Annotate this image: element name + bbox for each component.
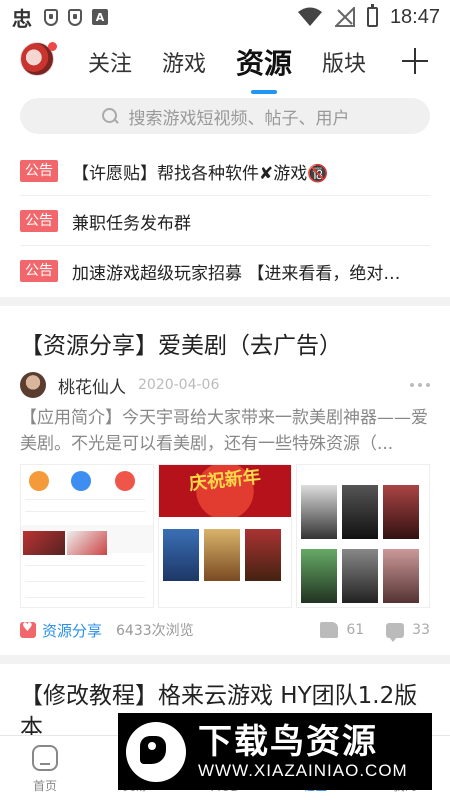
- post-excerpt[interactable]: 【应用简介】今天宇哥给大家带来一款美剧神器——爱美剧。不光是可以看美剧，还有一些…: [20, 405, 430, 457]
- more-icon[interactable]: [410, 383, 430, 387]
- app-notification-icon: 忠: [12, 6, 32, 31]
- like-button[interactable]: 61: [320, 622, 364, 638]
- wifi-icon: [297, 7, 322, 26]
- category-icon: [20, 620, 36, 638]
- watermark-overlay: 下载鸟资源 WWW.XIAZAINIAO.COM: [118, 713, 432, 790]
- tab-games[interactable]: 游戏: [162, 46, 206, 78]
- home-icon: [32, 745, 58, 771]
- post-image-1[interactable]: [20, 464, 154, 608]
- post-image-2[interactable]: 庆祝新年: [158, 464, 292, 608]
- comment-count: 33: [412, 622, 430, 638]
- author-avatar[interactable]: [20, 372, 46, 398]
- add-icon[interactable]: [400, 46, 430, 76]
- like-count: 61: [346, 622, 365, 638]
- shield-icon-2: [68, 8, 82, 26]
- notice-tag: 公告: [20, 260, 58, 282]
- section-separator: [0, 655, 450, 664]
- status-time: 18:47: [389, 5, 440, 28]
- notification-dot: [48, 42, 57, 51]
- watermark-url: WWW.XIAZAINIAO.COM: [198, 760, 408, 780]
- notice-item[interactable]: 公告 兼职任务发布群: [0, 196, 450, 246]
- nav-home[interactable]: 首页: [0, 736, 90, 800]
- comment-icon: [386, 622, 405, 642]
- a-badge-icon: A: [92, 9, 108, 25]
- top-tabs: 关注 游戏 资源 版块: [88, 34, 396, 94]
- top-header: 关注 游戏 资源 版块: [0, 34, 450, 94]
- post-date: 2020-04-06: [138, 377, 220, 393]
- shield-icon: [44, 8, 58, 26]
- battery-icon: [366, 4, 378, 27]
- notice-item[interactable]: 公告 加速游戏超级玩家招募 【进来看看，绝对…: [0, 246, 450, 296]
- section-separator: [0, 297, 450, 306]
- author-name[interactable]: 桃花仙人: [58, 373, 126, 398]
- notice-text: 兼职任务发布群: [72, 213, 191, 234]
- nav-label: 首页: [32, 779, 57, 793]
- search-icon: [101, 107, 119, 125]
- view-count: 6433次浏览: [116, 623, 194, 639]
- notice-tag: 公告: [20, 210, 58, 232]
- post-images: 庆祝新年: [20, 464, 430, 608]
- tab-boards[interactable]: 版块: [322, 46, 366, 78]
- tab-follow[interactable]: 关注: [88, 46, 132, 78]
- search-placeholder: 搜索游戏短视频、帖子、用户: [128, 108, 350, 129]
- watermark-title: 下载鸟资源: [198, 721, 378, 762]
- notice-item[interactable]: 公告 【许愿贴】帮找各种软件✘游戏🔞: [0, 146, 450, 196]
- notice-text: 【许愿贴】帮找各种软件✘游戏🔞: [72, 163, 329, 184]
- tab-resources[interactable]: 资源: [236, 42, 292, 94]
- post-meta-row: 资源分享 6433次浏览 61 33: [20, 618, 430, 642]
- post-author-row: 桃花仙人 2020-04-06: [20, 370, 430, 400]
- notice-tag: 公告: [20, 160, 58, 182]
- status-bar: 忠 A 18:47: [0, 0, 450, 34]
- notice-text: 加速游戏超级玩家招募 【进来看看，绝对…: [72, 263, 401, 284]
- bird-logo-icon: [126, 721, 186, 782]
- category-link[interactable]: 资源分享: [42, 620, 102, 641]
- search-input[interactable]: 搜索游戏短视频、帖子、用户: [20, 98, 430, 134]
- thumbs-up-icon: [320, 622, 339, 638]
- no-signal-icon: [334, 7, 355, 27]
- comment-button[interactable]: 33: [386, 622, 430, 642]
- post-title[interactable]: 【资源分享】爱美剧（去广告）: [20, 326, 342, 360]
- post-image-3[interactable]: [296, 464, 430, 608]
